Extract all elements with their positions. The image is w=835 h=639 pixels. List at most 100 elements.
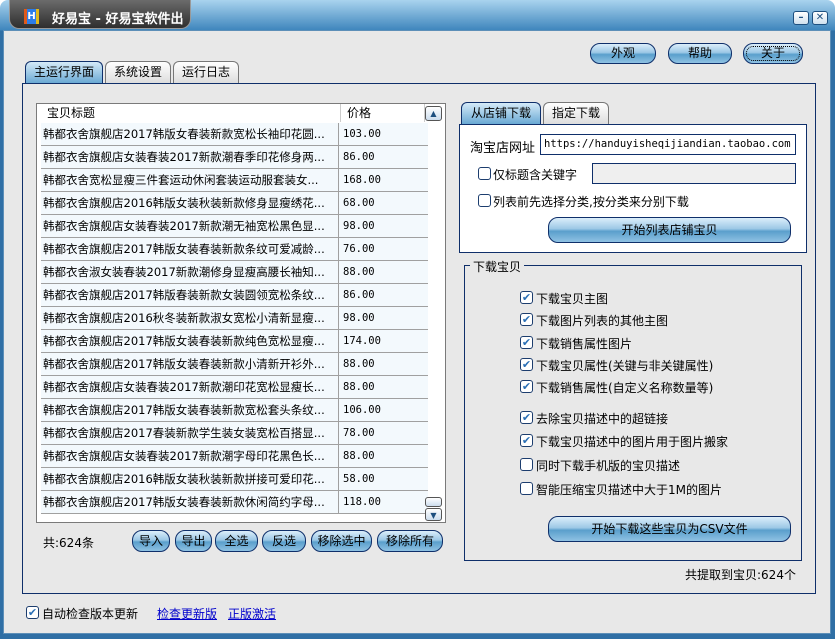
table-row[interactable]: 韩都衣舍旗舰店2016韩版女装秋装新款修身显瘦绣花... 68.00 [41, 192, 428, 215]
tab-main[interactable]: 主运行界面 [25, 61, 103, 83]
row-title: 韩都衣舍旗舰店2017韩版女装春装新款宽松套头条纹... [43, 399, 339, 421]
activate-link[interactable]: 正版激活 [228, 605, 276, 622]
row-title: 韩都衣舍旗舰店2017韩版春装新款女装圆领宽松条纹... [43, 284, 339, 306]
tab-shop-download[interactable]: 从店铺下载 [461, 102, 541, 124]
row-title: 韩都衣舍旗舰店女装春装2017新款潮无袖宽松黑色显... [43, 215, 339, 237]
product-list: 宝贝标题 价格 韩都衣舍旗舰店2017韩版女春装新款宽松长袖印花圆... 103.… [36, 103, 446, 523]
table-row[interactable]: 韩都衣舍旗舰店2017韩版女装春装新款纯色宽松显瘦... 174.00 [41, 330, 428, 353]
invert-selection-button[interactable]: 反选 [262, 530, 306, 552]
option-label: 去除宝贝描述中的超链接 [536, 412, 669, 426]
table-row[interactable]: 韩都衣舍旗舰店2017韩版春装新款女装圆领宽松条纹... 86.00 [41, 284, 428, 307]
table-row[interactable]: 韩都衣舍旗舰店女装春装2017新款潮字母印花黑色长... 88.00 [41, 445, 428, 468]
table-row[interactable]: 韩都衣舍旗舰店2016韩版女装秋装新款拼接可爱印花... 58.00 [41, 468, 428, 491]
row-title: 韩都衣舍旗舰店2016韩版女装秋装新款拼接可爱印花... [43, 468, 339, 490]
row-price: 118.00 [343, 496, 381, 508]
table-row[interactable]: 韩都衣舍旗舰店女装春装2017新款潮春季印花修身两... 86.00 [41, 146, 428, 169]
table-row[interactable]: 韩都衣舍宽松显瘦三件套运动休闲套装运动服套装女... 168.00 [41, 169, 428, 192]
table-row[interactable]: 韩都衣舍旗舰店2017韩版女装春装新款条纹可爱减龄... 76.00 [41, 238, 428, 261]
column-header-price[interactable]: 价格 [341, 104, 425, 122]
row-title: 韩都衣舍淑女装春装2017新款潮修身显瘦高腰长袖知... [43, 261, 339, 283]
option-label: 下载宝贝属性(关键与非关键属性) [536, 359, 714, 373]
row-title: 韩都衣舍旗舰店女装春装2017新款潮字母印花黑色长... [43, 445, 339, 467]
minimize-button[interactable]: – [793, 11, 809, 25]
option-checkbox[interactable]: ✔ [520, 411, 533, 424]
row-price: 88.00 [343, 266, 375, 278]
scrollbar-thumb[interactable] [425, 497, 442, 507]
table-row[interactable]: 韩都衣舍旗舰店2016秋冬装新款淑女宽松小清新显瘦... 98.00 [41, 307, 428, 330]
scroll-down-button[interactable]: ▼ [425, 508, 442, 521]
option-checkbox[interactable] [520, 482, 533, 495]
export-button[interactable]: 导出 [175, 530, 212, 552]
close-button[interactable]: ✕ [812, 11, 828, 25]
option-checkbox[interactable]: ✔ [520, 336, 533, 349]
category-checkbox[interactable] [478, 194, 491, 207]
row-price: 168.00 [343, 174, 381, 186]
table-row[interactable]: 韩都衣舍旗舰店女装春装2017新款潮无袖宽松黑色显... 98.00 [41, 215, 428, 238]
tab-specified-download[interactable]: 指定下载 [543, 102, 609, 124]
app-logo-icon: H [24, 9, 39, 24]
row-price: 86.00 [343, 289, 375, 301]
option-label: 下载宝贝描述中的图片用于图片搬家 [536, 435, 729, 449]
option-label: 下载图片列表的其他主图 [536, 314, 669, 328]
row-price: 86.00 [343, 151, 375, 163]
row-title: 韩都衣舍旗舰店2016韩版女装秋装新款修身显瘦绣花... [43, 192, 339, 214]
row-price: 88.00 [343, 381, 375, 393]
option-checkbox[interactable]: ✔ [520, 380, 533, 393]
option-checkbox[interactable]: ✔ [520, 434, 533, 447]
row-price: 68.00 [343, 197, 375, 209]
list-shop-button[interactable]: 开始列表店铺宝贝 [548, 217, 791, 243]
option-label: 下载销售属性图片 [536, 337, 633, 351]
row-price: 174.00 [343, 335, 381, 347]
option-label: 同时下载手机版的宝贝描述 [536, 459, 681, 473]
list-count: 共:624条 [43, 536, 94, 550]
table-row[interactable]: 韩都衣舍旗舰店2017韩版女装春装新款宽松套头条纹... 106.00 [41, 399, 428, 422]
help-button[interactable]: 帮助 [668, 43, 732, 64]
row-price: 106.00 [343, 404, 381, 416]
option-label: 下载销售属性(自定义名称数量等) [536, 381, 714, 395]
row-title: 韩都衣舍旗舰店2017韩版女装春装新款休闲简约字母... [43, 491, 339, 513]
row-title: 韩都衣舍旗舰店2017韩版女春装新款宽松长袖印花圆... [43, 123, 339, 145]
table-row[interactable]: 韩都衣舍旗舰店2017韩版女装春装新款休闲简约字母... 118.00 [41, 491, 428, 514]
table-row[interactable]: 韩都衣舍旗舰店2017韩版女春装新款宽松长袖印花圆... 103.00 [41, 123, 428, 146]
row-price: 98.00 [343, 220, 375, 232]
tab-settings[interactable]: 系统设置 [105, 61, 171, 83]
row-price: 103.00 [343, 128, 381, 140]
row-title: 韩都衣舍旗舰店2016秋冬装新款淑女宽松小清新显瘦... [43, 307, 339, 329]
row-price: 76.00 [343, 243, 375, 255]
remove-all-button[interactable]: 移除所有 [377, 530, 443, 552]
import-button[interactable]: 导入 [132, 530, 170, 552]
category-label: 列表前先选择分类,按分类来分别下载 [493, 195, 689, 209]
row-price: 88.00 [343, 450, 375, 462]
shop-url-input[interactable]: https://handuyisheqijiandian.taobao.com [540, 134, 796, 155]
option-checkbox[interactable]: ✔ [520, 291, 533, 304]
download-csv-button[interactable]: 开始下载这些宝贝为CSV文件 [548, 516, 791, 542]
keyword-label: 仅标题含关键字 [493, 168, 578, 182]
scroll-up-button[interactable]: ▲ [425, 106, 442, 121]
option-label: 下载宝贝主图 [536, 292, 609, 306]
check-update-link[interactable]: 检查更新版 [157, 605, 217, 622]
table-row[interactable]: 韩都衣舍旗舰店2017韩版女装春装新款小清新开衫外... 88.00 [41, 353, 428, 376]
table-row[interactable]: 韩都衣舍旗舰店2017春装新款学生装女装宽松百搭显... 78.00 [41, 422, 428, 445]
option-checkbox[interactable]: ✔ [520, 358, 533, 371]
row-price: 78.00 [343, 427, 375, 439]
row-price: 58.00 [343, 473, 375, 485]
about-button[interactable]: 关于 [743, 43, 803, 64]
remove-selected-button[interactable]: 移除选中 [311, 530, 372, 552]
title-bar: H 好易宝 - 好易宝软件出品 [9, 0, 191, 46]
keyword-input[interactable] [592, 163, 796, 184]
select-all-button[interactable]: 全选 [215, 530, 258, 552]
keyword-checkbox[interactable] [478, 167, 491, 180]
row-title: 韩都衣舍旗舰店2017春装新款学生装女装宽松百搭显... [43, 422, 339, 444]
appearance-button[interactable]: 外观 [590, 43, 656, 64]
table-row[interactable]: 韩都衣舍淑女装春装2017新款潮修身显瘦高腰长袖知... 88.00 [41, 261, 428, 284]
table-row[interactable]: 韩都衣舍旗舰店女装春装2017新款潮印花宽松显瘦长... 88.00 [41, 376, 428, 399]
option-checkbox[interactable]: ✔ [520, 313, 533, 326]
auto-update-checkbox[interactable]: ✔ [26, 606, 39, 619]
auto-update-label: 自动检查版本更新 [42, 607, 139, 621]
row-title: 韩都衣舍旗舰店2017韩版女装春装新款纯色宽松显瘦... [43, 330, 339, 352]
tab-log[interactable]: 运行日志 [173, 61, 239, 83]
column-header-title[interactable]: 宝贝标题 [41, 104, 341, 122]
option-checkbox[interactable] [520, 458, 533, 471]
row-title: 韩都衣舍旗舰店女装春装2017新款潮印花宽松显瘦长... [43, 376, 339, 398]
option-label: 智能压缩宝贝描述中大于1M的图片 [536, 483, 722, 497]
